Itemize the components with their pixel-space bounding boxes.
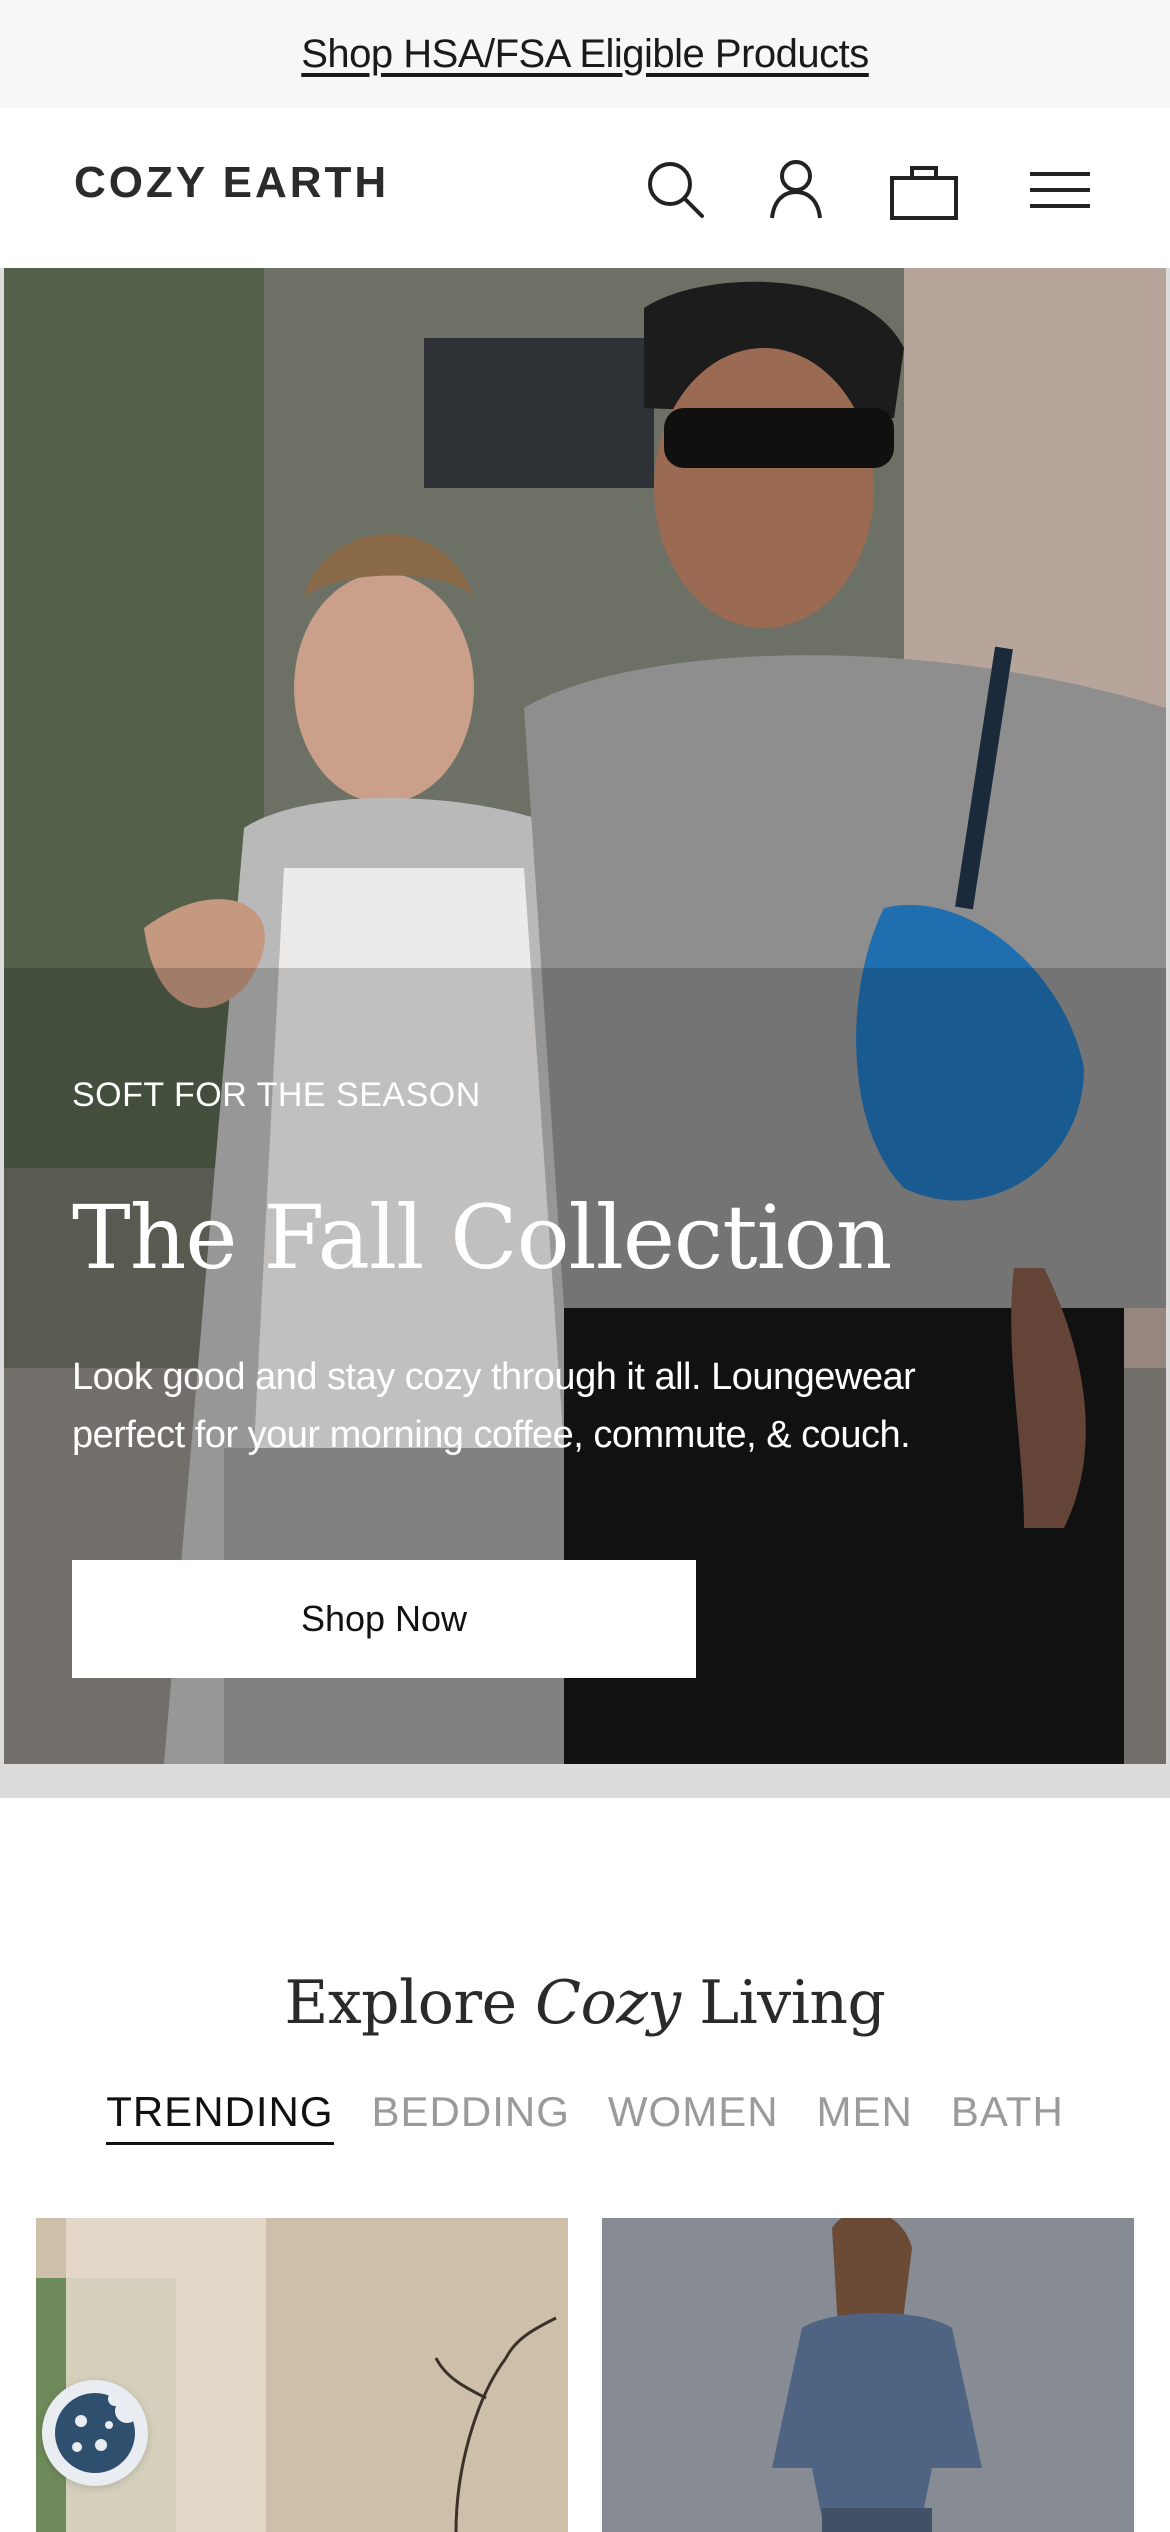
tab-women[interactable]: WOMEN [608,2088,779,2145]
menu-icon[interactable] [1024,154,1096,226]
hsa-fsa-link[interactable]: Shop HSA/FSA Eligible Products [301,32,869,77]
product-card-bedroom[interactable] [36,2218,568,2532]
cookie-icon [55,2392,139,2473]
search-icon[interactable] [640,154,712,226]
promo-bar: Shop HSA/FSA Eligible Products [0,0,1170,108]
tab-bath[interactable]: BATH [951,2088,1064,2145]
shop-now-button[interactable]: Shop Now [72,1560,696,1678]
shopping-bag-icon[interactable] [888,154,960,226]
hero-title: The Fall Collection [72,1186,892,1289]
account-icon[interactable] [760,154,832,226]
explore-title-emphasis: Cozy [535,1968,681,2038]
explore-title-start: Explore [284,1968,536,2038]
explore-heading: Explore Cozy Living [0,1968,1170,2038]
tab-trending[interactable]: TRENDING [106,2088,334,2145]
hero-banner: SOFT FOR THE SEASON The Fall Collection … [0,268,1170,1798]
explore-title-end: Living [680,1968,886,2038]
hero-image [4,268,1166,1764]
brand-logo[interactable]: COZY EARTH [74,158,389,208]
cookie-settings-button[interactable] [42,2380,148,2486]
site-header: COZY EARTH [0,108,1170,270]
hero-eyebrow: SOFT FOR THE SEASON [72,1076,481,1114]
explore-tabs: TRENDING BEDDING WOMEN MEN BATH [0,2088,1170,2145]
tab-men[interactable]: MEN [817,2088,913,2145]
tab-bedding[interactable]: BEDDING [372,2088,570,2145]
product-card-women-top[interactable] [602,2218,1134,2532]
hero-description: Look good and stay cozy through it all. … [72,1356,916,1456]
